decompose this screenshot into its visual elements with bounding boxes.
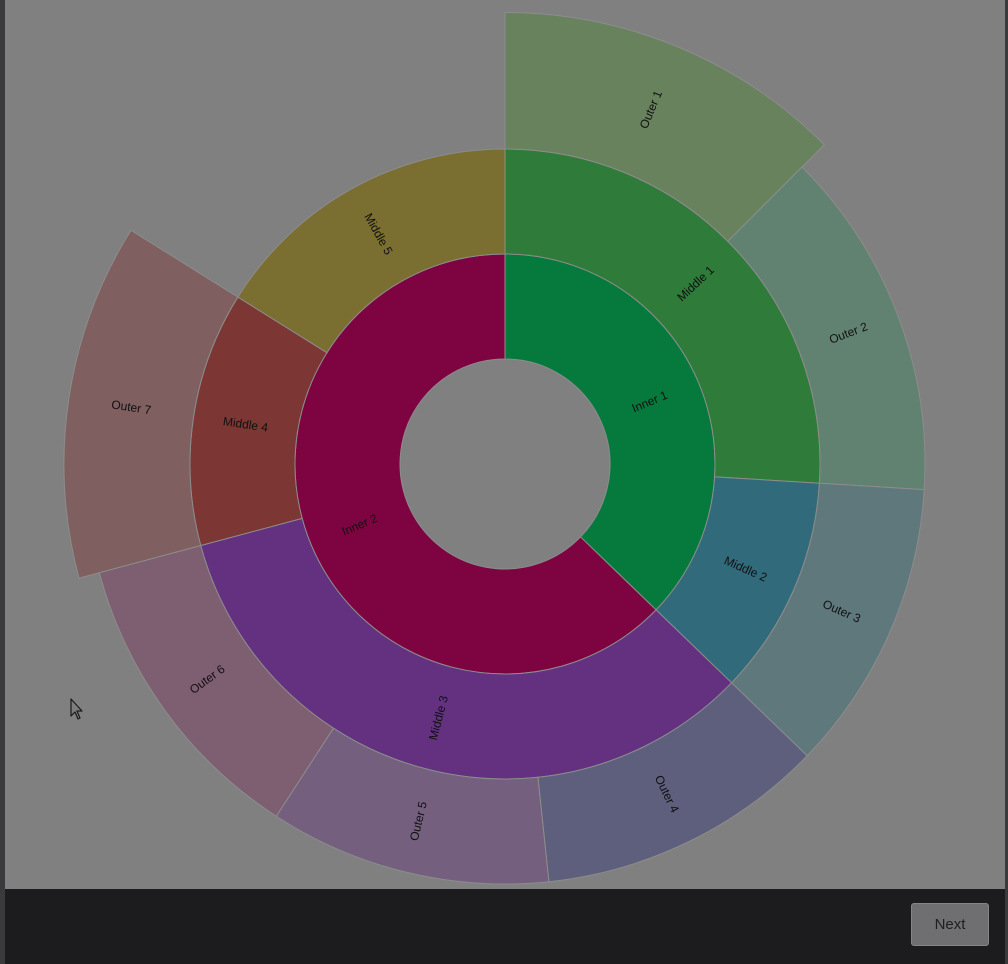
footer-bar: Next <box>5 889 1005 964</box>
sunburst-chart: Inner 1Inner 2Middle 1Middle 2Middle 3Mi… <box>63 11 926 885</box>
chart-area: Inner 1 Inner 2 Middle 1 Middle 2 Middle 3 Mi… <box>5 0 1005 889</box>
next-button[interactable]: Next <box>911 903 989 946</box>
center-hole <box>401 360 609 568</box>
app-frame: Inner 1 Inner 2 Middle 1 Middle 2 Middle 3 Mi… <box>0 0 1008 964</box>
mouse-cursor-icon <box>70 698 83 720</box>
